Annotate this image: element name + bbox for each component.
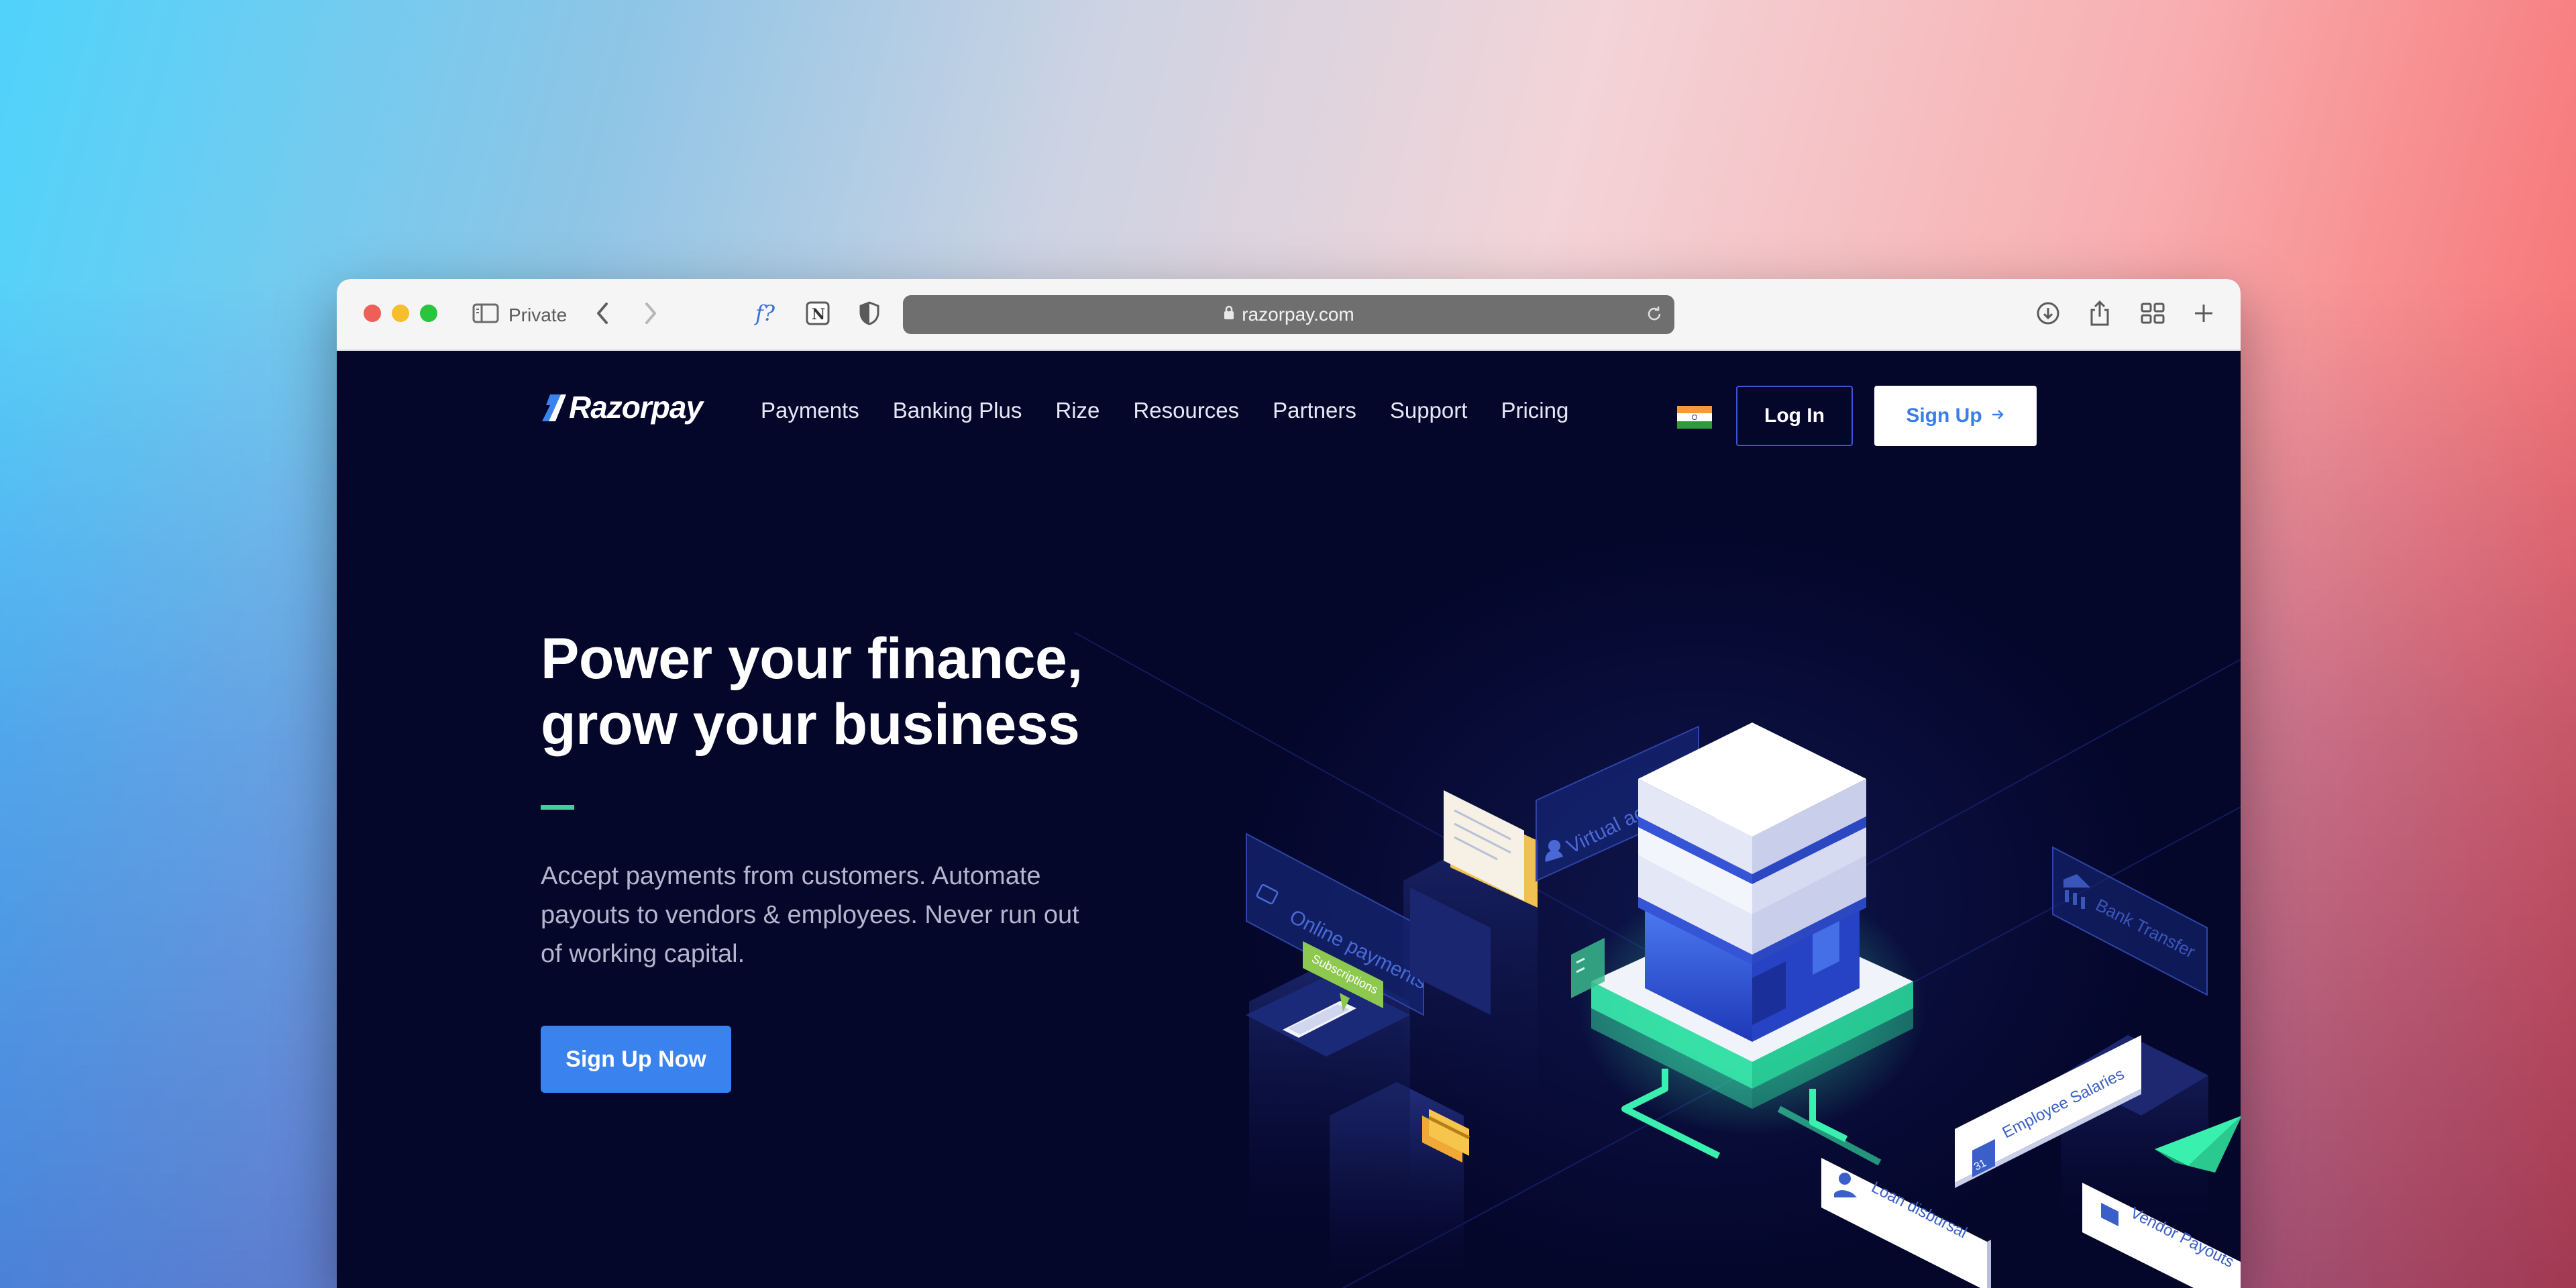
nav-item-support[interactable]: Support: [1390, 398, 1468, 423]
browser-window: Private f? N razorpay.com Razorpay Payme…: [337, 279, 2241, 1288]
sidebar-toggle-button[interactable]: Private: [472, 279, 567, 351]
chevron-right-icon: [643, 301, 659, 329]
window-controls: [364, 305, 437, 322]
download-icon: [2035, 301, 2061, 329]
main-menu: Payments Banking Plus Rize Resources Par…: [761, 398, 1568, 423]
hero-subtitle: Accept payments from customers. Automate…: [541, 862, 1079, 968]
nav-item-partners[interactable]: Partners: [1273, 398, 1356, 423]
grid-icon: [2140, 302, 2165, 328]
reload-icon[interactable]: [1644, 303, 1665, 329]
chevron-left-icon: [594, 301, 610, 329]
hero-title-line-2: grow your business: [541, 692, 1080, 757]
tab-overview-button[interactable]: [2140, 279, 2165, 351]
india-flag-icon[interactable]: [1677, 406, 1712, 429]
forward-button[interactable]: [643, 279, 659, 351]
svg-text:N: N: [812, 306, 825, 323]
razorpay-logo-icon: [542, 394, 566, 421]
web-page: Razorpay Payments Banking Plus Rize Reso…: [337, 351, 2241, 1288]
address-bar[interactable]: razorpay.com: [903, 295, 1674, 334]
nav-item-payments[interactable]: Payments: [761, 398, 859, 423]
notion-icon: N: [805, 301, 830, 329]
lock-icon: [1223, 304, 1235, 325]
nav-item-pricing[interactable]: Pricing: [1501, 398, 1568, 423]
logo-text: Razorpay: [569, 390, 703, 425]
share-button[interactable]: [2088, 279, 2112, 351]
privacy-extension-button[interactable]: [859, 279, 880, 351]
hero-title: Power your finance, grow your business: [541, 626, 1083, 757]
razorpay-logo[interactable]: Razorpay: [541, 389, 703, 425]
shield-icon: [859, 301, 880, 329]
downloads-button[interactable]: [2035, 279, 2061, 351]
share-icon: [2088, 299, 2112, 331]
browser-toolbar: Private f? N razorpay.com: [337, 279, 2241, 351]
nav-item-banking-plus[interactable]: Banking Plus: [893, 398, 1022, 423]
plus-icon: [2192, 302, 2215, 328]
sidebar-icon: [472, 303, 499, 327]
minimize-window-button[interactable]: [392, 305, 409, 322]
nav-item-rize[interactable]: Rize: [1055, 398, 1099, 423]
address-url: razorpay.com: [1242, 304, 1354, 325]
login-button[interactable]: Log In: [1736, 386, 1853, 446]
nav-item-resources[interactable]: Resources: [1133, 398, 1239, 423]
hero-title-line-1: Power your finance,: [541, 627, 1083, 691]
notion-extension-button[interactable]: N: [805, 279, 830, 351]
signup-button[interactable]: Sign Up: [1874, 386, 2037, 446]
zoom-window-button[interactable]: [420, 305, 437, 322]
new-tab-button[interactable]: [2192, 279, 2215, 351]
signup-label: Sign Up: [1906, 405, 1982, 427]
bank-transfer-card: Bank Transfer: [2052, 846, 2208, 996]
arrow-right-icon: [1990, 405, 2005, 427]
fonts-extension-button[interactable]: f?: [754, 279, 784, 351]
close-window-button[interactable]: [364, 305, 381, 322]
private-browsing-label: Private: [508, 304, 568, 325]
back-button[interactable]: [594, 279, 610, 351]
hero-illustration: Online payments Virtual accounts Bank Tr…: [1075, 632, 2241, 1288]
accent-divider: [541, 805, 574, 810]
signup-now-button[interactable]: Sign Up Now: [541, 1026, 731, 1093]
font-question-icon: f?: [754, 300, 784, 330]
svg-text:f?: f?: [754, 301, 775, 326]
